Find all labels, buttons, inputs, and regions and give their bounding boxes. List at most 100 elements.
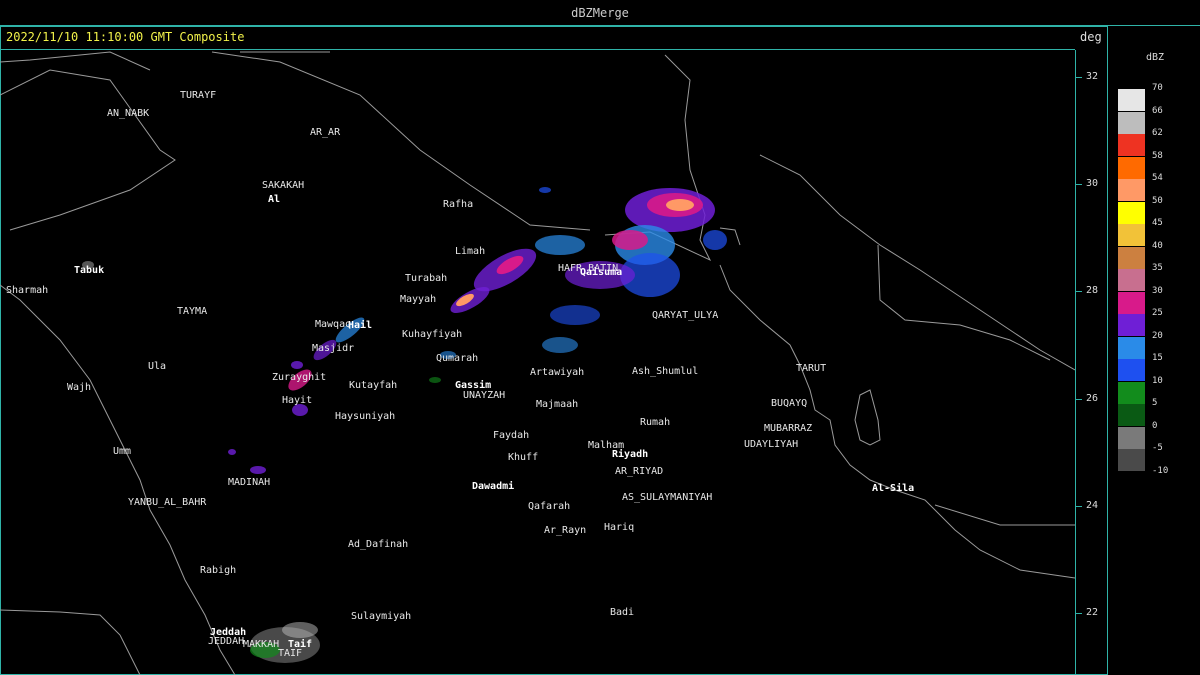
- legend-swatch: [1118, 89, 1145, 111]
- city-label: TAYMA: [177, 306, 207, 317]
- city-label: MUBARRAZ: [764, 423, 812, 434]
- svg-text:Umm: Umm: [113, 446, 131, 457]
- city-label: Hayit: [282, 395, 312, 406]
- svg-text:Ula: Ula: [148, 361, 166, 372]
- svg-text:Qaisuma: Qaisuma: [580, 266, 622, 278]
- svg-text:Badi: Badi: [610, 607, 634, 618]
- city-label: Al-Sila: [872, 482, 914, 494]
- window-title: dBZMerge: [0, 0, 1200, 26]
- legend-swatch: [1118, 381, 1145, 404]
- lat-tick: [1076, 184, 1082, 185]
- latitude-axis: 32 30 28 26 24 22: [1075, 50, 1108, 675]
- svg-text:Limah: Limah: [455, 246, 485, 257]
- legend-value: 10: [1152, 375, 1163, 386]
- svg-text:AN_NABK: AN_NABK: [107, 108, 149, 119]
- legend-value: 54: [1152, 173, 1163, 183]
- info-bar: 2022/11/10 11:10:00 GMT Composite: [0, 26, 1075, 50]
- svg-text:TARUT: TARUT: [796, 363, 826, 374]
- city-label: Rabigh: [200, 565, 236, 576]
- legend-value: 15: [1152, 353, 1163, 363]
- legend-swatch: [1118, 134, 1145, 156]
- svg-text:TAYMA: TAYMA: [177, 306, 207, 317]
- svg-text:Rabigh: Rabigh: [200, 565, 236, 576]
- svg-text:Zurayghit: Zurayghit: [272, 372, 326, 383]
- svg-text:Al-Sila: Al-Sila: [872, 482, 914, 494]
- svg-text:Khuff: Khuff: [508, 452, 538, 463]
- legend-swatch: [1118, 291, 1145, 314]
- svg-text:AR_AR: AR_AR: [310, 127, 341, 138]
- legend-value: 20: [1152, 330, 1163, 341]
- city-label: Qafarah: [528, 501, 570, 512]
- legend-swatch: [1118, 449, 1145, 471]
- city-label: Badi: [610, 607, 634, 618]
- city-label: MAKKAH: [243, 639, 279, 650]
- svg-text:Hayit: Hayit: [282, 395, 312, 406]
- legend-value: 40: [1152, 240, 1163, 251]
- city-label: MADINAH: [228, 477, 270, 488]
- city-label: AR_RIYAD: [615, 466, 663, 477]
- legend-swatch: [1118, 111, 1145, 134]
- legend-swatch: [1118, 314, 1145, 336]
- city-label: Faydah: [493, 430, 529, 441]
- city-label: BUQAYQ: [771, 398, 807, 409]
- legend-swatch: [1118, 224, 1145, 246]
- svg-text:YANBU_AL_BAHR: YANBU_AL_BAHR: [128, 497, 207, 508]
- svg-text:Mawqaq: Mawqaq: [315, 319, 351, 330]
- svg-text:Hariq: Hariq: [604, 522, 634, 533]
- svg-text:Rafha: Rafha: [443, 199, 473, 210]
- city-label: JEDDAH: [208, 636, 244, 647]
- svg-text:Ash_Shumlul: Ash_Shumlul: [632, 366, 698, 377]
- city-label: Dawadmi: [472, 480, 514, 492]
- svg-text:Wajh: Wajh: [67, 382, 91, 393]
- city-label: Artawiyah: [530, 367, 584, 378]
- radar-map[interactable]: TURAYF AN_NABK AR_AR SAKAKAH Al Rafha Li…: [0, 50, 1075, 675]
- city-label: TARUT: [796, 363, 826, 374]
- lat-label: 32: [1086, 71, 1099, 82]
- svg-text:MUBARRAZ: MUBARRAZ: [764, 423, 812, 434]
- svg-text:Masjidr: Masjidr: [312, 343, 354, 354]
- legend-swatch: [1118, 201, 1145, 224]
- svg-text:MADINAH: MADINAH: [228, 477, 270, 488]
- svg-text:Ar_Rayn: Ar_Rayn: [544, 525, 586, 536]
- lat-tick: [1076, 506, 1082, 507]
- city-label: AR_AR: [310, 127, 341, 138]
- lat-label: 28: [1086, 285, 1099, 296]
- legend-swatch: [1118, 336, 1145, 359]
- svg-text:Haysuniyah: Haysuniyah: [335, 411, 395, 422]
- svg-text:Tabuk: Tabuk: [74, 265, 104, 276]
- city-labels: TURAYF AN_NABK AR_AR SAKAKAH Al Rafha Li…: [6, 90, 914, 659]
- city-label: Kuhayfiyah: [402, 329, 462, 340]
- svg-text:Rumah: Rumah: [640, 417, 670, 428]
- svg-text:Riyadh: Riyadh: [612, 448, 648, 460]
- city-label: Ash_Shumlul: [632, 366, 698, 377]
- svg-text:Qafarah: Qafarah: [528, 501, 570, 512]
- legend-swatch: [1118, 246, 1145, 269]
- legend-swatch: [1118, 426, 1145, 449]
- city-label: Ar_Rayn: [544, 525, 586, 536]
- city-label: YANBU_AL_BAHR: [128, 497, 207, 508]
- city-label: Hariq: [604, 522, 634, 533]
- legend-value: 0: [1152, 420, 1158, 431]
- city-label: Turabah: [405, 273, 447, 284]
- svg-text:Kutayfah: Kutayfah: [349, 380, 397, 391]
- city-label: Mawqaq: [315, 319, 351, 330]
- lat-tick: [1076, 291, 1082, 292]
- city-label: Tabuk: [74, 265, 104, 276]
- svg-text:Qumarah: Qumarah: [436, 353, 478, 364]
- svg-text:AR_RIYAD: AR_RIYAD: [615, 466, 663, 477]
- city-label: Masjidr: [312, 343, 354, 354]
- city-label: Majmaah: [536, 399, 578, 410]
- city-label: Al: [268, 194, 280, 205]
- legend-value: 50: [1152, 195, 1163, 206]
- city-label: UDAYLIYAH: [744, 439, 798, 450]
- city-label: Sulaymiyah: [351, 611, 411, 622]
- legend-panel: dBZ 70 66 62 58 54 50 45 40 35 30 25 20 15 10 5 0 -5 -10: [1108, 26, 1200, 675]
- svg-text:Artawiyah: Artawiyah: [530, 367, 584, 378]
- city-label: Riyadh: [612, 448, 648, 460]
- svg-text:Faydah: Faydah: [493, 430, 529, 441]
- legend-value: 70: [1152, 83, 1163, 93]
- svg-text:QARYAT_ULYA: QARYAT_ULYA: [652, 310, 718, 321]
- city-label: Wajh: [67, 382, 91, 393]
- lat-tick: [1076, 399, 1082, 400]
- svg-text:Turabah: Turabah: [405, 273, 447, 284]
